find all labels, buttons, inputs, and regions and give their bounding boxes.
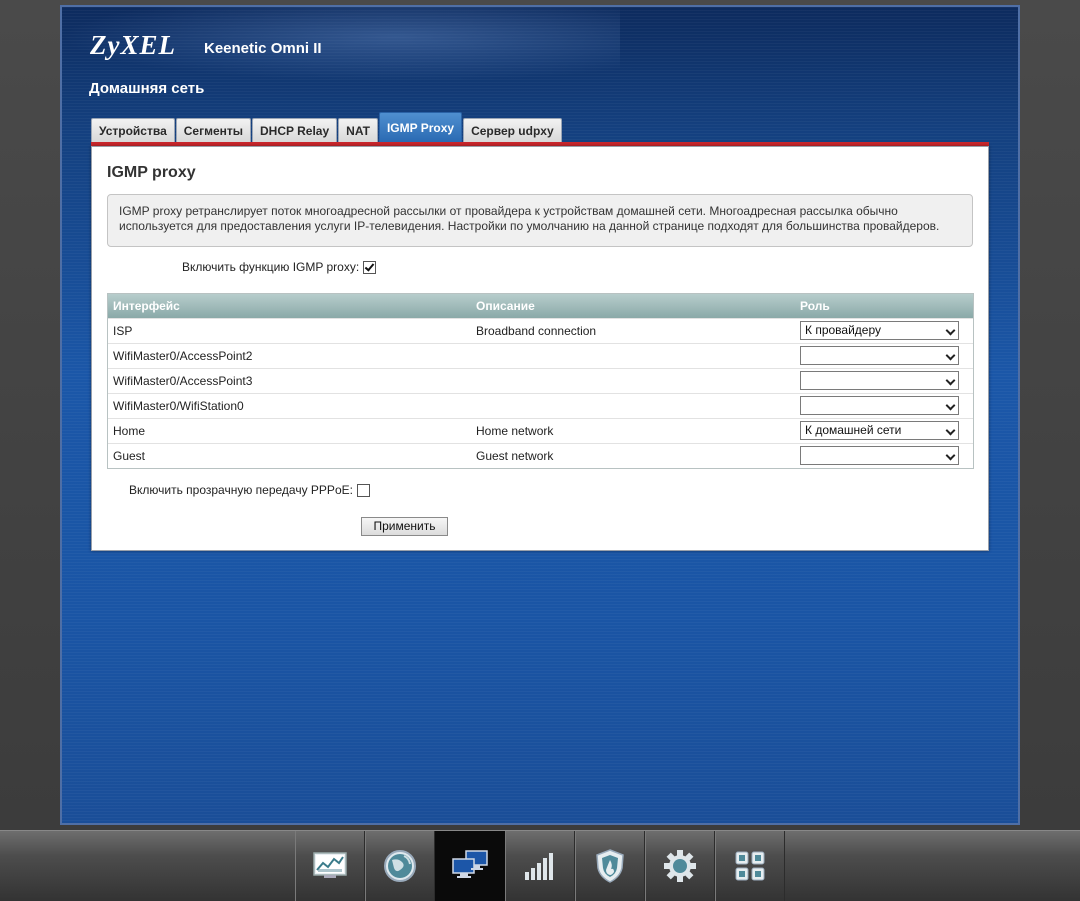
chevron-down-icon <box>945 450 956 461</box>
role-select[interactable]: К домашней сети <box>800 421 959 440</box>
enable-igmp-label: Включить функцию IGMP proxy: <box>182 260 360 274</box>
bottom-nav <box>295 831 785 901</box>
description-cell <box>476 369 800 393</box>
enable-igmp-checkbox[interactable] <box>363 260 377 274</box>
firewall-shield-icon <box>596 849 624 883</box>
table-row: Guest Guest network <box>108 443 973 468</box>
table-row: WifiMaster0/WifiStation0 <box>108 393 973 418</box>
tab-udpxy-server[interactable]: Сервер udpxy <box>463 118 562 142</box>
table-row: WifiMaster0/AccessPoint2 <box>108 343 973 368</box>
chevron-down-icon <box>945 350 956 361</box>
interface-cell: Guest <box>113 449 146 463</box>
pppoe-passthrough-row: Включить прозрачную передачу PPPoE: <box>129 483 370 497</box>
apply-button[interactable]: Применить <box>361 517 448 536</box>
panel-heading: IGMP proxy <box>107 164 196 181</box>
monitor-chart-icon <box>313 852 347 878</box>
interface-cell: Home <box>113 424 146 438</box>
info-box: IGMP proxy ретранслирует поток многоадре… <box>107 194 973 247</box>
header-description: Описание <box>476 299 535 313</box>
chevron-down-icon <box>945 325 956 336</box>
nav-apps[interactable] <box>715 831 785 901</box>
tab-devices[interactable]: Устройства <box>91 118 175 142</box>
tab-nat[interactable]: NAT <box>338 118 378 142</box>
table-row: Home Home network К домашней сети <box>108 418 973 443</box>
description-cell <box>476 344 800 368</box>
nav-home-network[interactable] <box>435 831 505 901</box>
table-header: Интерфейс Описание Роль <box>108 294 973 318</box>
role-select-value: К домашней сети <box>805 423 902 437</box>
chevron-down-icon <box>945 400 956 411</box>
chevron-down-icon <box>945 425 956 436</box>
header-role: Роль <box>800 299 830 313</box>
description-cell <box>476 394 800 418</box>
tab-igmp-proxy[interactable]: IGMP Proxy <box>378 112 463 142</box>
bottom-nav-bar <box>0 830 1080 901</box>
role-select[interactable]: К провайдеру <box>800 321 959 340</box>
role-select[interactable] <box>800 346 959 365</box>
gear-icon <box>664 850 696 882</box>
wifi-signal-icon <box>525 853 553 880</box>
description-cell: Broadband connection <box>476 324 597 338</box>
tab-segments[interactable]: Сегменты <box>175 118 252 142</box>
pppoe-passthrough-label: Включить прозрачную передачу PPPoE: <box>129 483 353 497</box>
role-select[interactable] <box>800 396 959 415</box>
interface-cell: ISP <box>113 324 133 338</box>
globe-icon <box>384 850 416 882</box>
description-cell: Guest network <box>476 449 554 463</box>
interface-cell: WifiMaster0/WifiStation0 <box>113 399 244 413</box>
role-select[interactable] <box>800 371 959 390</box>
table-row: WifiMaster0/AccessPoint3 <box>108 368 973 393</box>
tab-dhcp-relay[interactable]: DHCP Relay <box>252 118 338 142</box>
nav-security[interactable] <box>575 831 645 901</box>
nav-wifi[interactable] <box>505 831 575 901</box>
home-network-icon <box>452 850 488 878</box>
role-select-value: К провайдеру <box>805 323 882 337</box>
enable-igmp-row: Включить функцию IGMP proxy: <box>182 260 377 274</box>
apps-grid-icon <box>735 851 765 881</box>
brand-logo: ZyXEL <box>90 30 176 60</box>
description-cell: Home network <box>476 424 554 438</box>
igmp-proxy-panel: IGMP proxy IGMP proxy ретранслирует пото… <box>91 146 989 551</box>
tab-bar: Устройства Сегменты DHCP Relay NAT IGMP … <box>91 112 563 142</box>
model-name: Keenetic Omni II <box>204 40 322 57</box>
chevron-down-icon <box>945 375 956 386</box>
nav-internet[interactable] <box>365 831 435 901</box>
interfaces-table: Интерфейс Описание Роль ISP Broadband co… <box>107 293 974 469</box>
nav-system[interactable] <box>645 831 715 901</box>
nav-monitor[interactable] <box>295 831 365 901</box>
role-select[interactable] <box>800 446 959 465</box>
interface-cell: WifiMaster0/AccessPoint3 <box>113 374 253 388</box>
page-title: Домашняя сеть <box>89 80 205 97</box>
table-row: ISP Broadband connection К провайдеру <box>108 318 973 343</box>
pppoe-passthrough-checkbox[interactable] <box>356 483 370 497</box>
header-interface: Интерфейс <box>113 299 180 313</box>
interface-cell: WifiMaster0/AccessPoint2 <box>113 349 253 363</box>
